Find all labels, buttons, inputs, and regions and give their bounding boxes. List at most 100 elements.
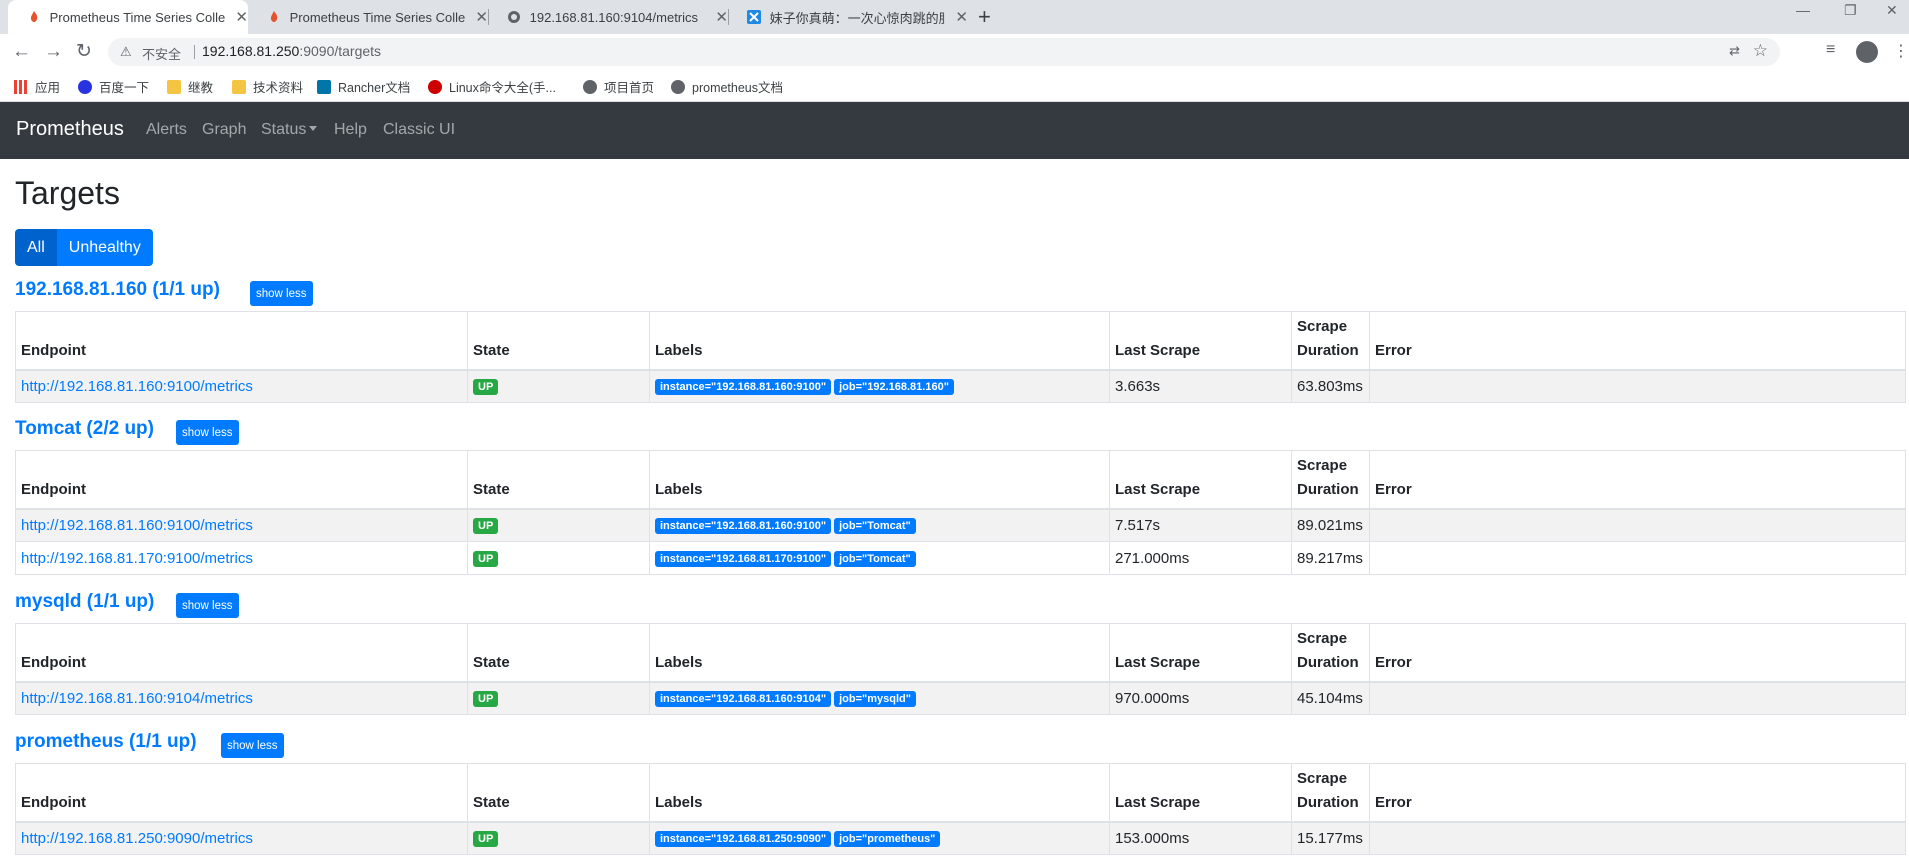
bookmark-project[interactable]: 项目首页 bbox=[583, 77, 654, 96]
bookmark-linux[interactable]: Linux命令大全(手... bbox=[428, 77, 556, 96]
pool-title[interactable]: 192.168.81.160 (1/1 up) bbox=[15, 279, 220, 301]
endpoint-cell: http://192.168.81.250:9090/metrics bbox=[15, 821, 468, 855]
address-bar[interactable]: ⚠ 不安全 192.168.81.250:9090/targets ⇄ ☆ bbox=[108, 38, 1780, 66]
state-badge: UP bbox=[473, 518, 499, 535]
media-icon[interactable]: ≡ bbox=[1826, 41, 1835, 59]
table-row: http://192.168.81.160:9104/metrics UP inst… bbox=[15, 681, 1906, 715]
close-tab-icon[interactable]: ✕ bbox=[715, 8, 728, 26]
nav-alerts[interactable]: Alerts bbox=[146, 121, 187, 139]
target-pool: Tomcat (2/2 up) show less Endpoint State Lab… bbox=[15, 416, 1906, 575]
minimize-icon[interactable]: — bbox=[1796, 2, 1810, 18]
target-pool: 192.168.81.160 (1/1 up) show less Endpoint… bbox=[15, 277, 1906, 403]
tab-title: Prometheus Time Series Collec bbox=[289, 9, 466, 25]
target-pool: mysqld (1/1 up) show less Endpoint State Lab… bbox=[15, 589, 1906, 715]
url-text[interactable]: 192.168.81.250:9090/targets bbox=[202, 43, 381, 59]
last-scrape-cell: 970.000ms bbox=[1109, 681, 1292, 715]
restore-icon[interactable]: ❐ bbox=[1844, 2, 1857, 19]
browser-toolbar: ← → ↻ ⚠ 不安全 192.168.81.250:9090/targets … bbox=[0, 34, 1909, 70]
bookmark-prometheus-docs[interactable]: prometheus文档 bbox=[671, 77, 783, 96]
translate-icon[interactable]: ⇄ bbox=[1729, 43, 1740, 59]
nav-status[interactable]: Status bbox=[261, 121, 318, 139]
endpoint-link[interactable]: http://192.168.81.160:9104/metrics bbox=[21, 690, 253, 707]
bookmark-apps[interactable]: 应用 bbox=[14, 77, 60, 96]
bookmark-folder-tech[interactable]: 技术资料 bbox=[232, 77, 303, 96]
insecure-label[interactable]: 不安全 bbox=[142, 44, 181, 63]
nav-help[interactable]: Help bbox=[334, 121, 367, 139]
col-labels: Labels bbox=[649, 763, 1110, 823]
label-badge: job="prometheus" bbox=[834, 831, 941, 848]
labels-cell: instance="192.168.81.170:9100" job="Tomca… bbox=[649, 541, 1110, 575]
table-row: http://192.168.81.160:9100/metrics UP inst… bbox=[15, 369, 1906, 403]
col-endpoint: Endpoint bbox=[15, 450, 468, 510]
warning-icon[interactable]: ⚠ bbox=[120, 44, 132, 60]
nav-classic-ui[interactable]: Classic UI bbox=[383, 121, 455, 139]
tab-title: 192.168.81.160:9104/metrics bbox=[529, 9, 699, 25]
show-less-button[interactable]: show less bbox=[221, 733, 284, 758]
reload-icon[interactable]: ↻ bbox=[76, 40, 92, 64]
bookmark-baidu[interactable]: 百度一下 bbox=[78, 77, 149, 96]
bookmark-label: 应用 bbox=[35, 81, 61, 95]
targets-table: Endpoint State Labels Last Scrape Scrape Dura… bbox=[15, 623, 1906, 715]
col-endpoint: Endpoint bbox=[15, 623, 468, 683]
table-header-row: Endpoint State Labels Last Scrape Scrape Dura… bbox=[15, 311, 1906, 371]
browser-tab-3[interactable]: 192.168.81.160:9104/metrics ✕ bbox=[488, 0, 728, 34]
browser-tab-2[interactable]: Prometheus Time Series Collec ✕ bbox=[248, 0, 488, 34]
col-scrape-duration-line1: Scrape bbox=[1297, 769, 1348, 787]
pool-header: 192.168.81.160 (1/1 up) show less bbox=[15, 277, 1905, 311]
state-cell: UP bbox=[467, 508, 650, 542]
browser-tab-1[interactable]: Prometheus Time Series Collec ✕ bbox=[8, 0, 248, 34]
col-state: State bbox=[467, 311, 650, 371]
globe-icon bbox=[671, 79, 685, 94]
pool-title[interactable]: mysqld (1/1 up) bbox=[15, 591, 154, 613]
bookmark-folder-jijiao[interactable]: 继教 bbox=[167, 77, 213, 96]
show-less-button[interactable]: show less bbox=[176, 593, 239, 618]
show-less-button[interactable]: show less bbox=[250, 281, 313, 306]
col-scrape-duration-line1: Scrape bbox=[1297, 317, 1348, 335]
bookmark-rancher[interactable]: Rancher文档 bbox=[317, 77, 410, 96]
bookmark-label: Linux命令大全(手... bbox=[449, 81, 556, 95]
filter-unhealthy-button[interactable]: Unhealthy bbox=[56, 229, 153, 266]
prometheus-navbar: Prometheus Alerts Graph Status Help Clas… bbox=[0, 102, 1909, 159]
last-scrape-cell: 153.000ms bbox=[1109, 821, 1292, 855]
close-tab-icon[interactable]: ✕ bbox=[475, 8, 488, 26]
col-scrape-duration: Scrape Duration bbox=[1291, 311, 1370, 371]
close-tab-icon[interactable]: ✕ bbox=[955, 8, 968, 26]
pool-title[interactable]: Tomcat (2/2 up) bbox=[15, 418, 154, 440]
folder-icon bbox=[167, 79, 181, 94]
endpoint-link[interactable]: http://192.168.81.160:9100/metrics bbox=[21, 378, 253, 395]
folder-icon bbox=[232, 79, 246, 94]
back-icon[interactable]: ← bbox=[12, 40, 31, 64]
error-cell bbox=[1369, 821, 1906, 855]
rancher-icon bbox=[317, 79, 331, 94]
close-tab-icon[interactable]: ✕ bbox=[235, 8, 248, 26]
col-endpoint: Endpoint bbox=[15, 311, 468, 371]
error-cell bbox=[1369, 541, 1906, 575]
new-tab-icon[interactable]: + bbox=[978, 5, 991, 29]
bookmark-label: prometheus文档 bbox=[692, 81, 784, 95]
show-less-button[interactable]: show less bbox=[176, 420, 239, 445]
state-cell: UP bbox=[467, 681, 650, 715]
col-state: State bbox=[467, 763, 650, 823]
close-window-icon[interactable]: ✕ bbox=[1886, 2, 1898, 19]
state-cell: UP bbox=[467, 821, 650, 855]
labels-cell: instance="192.168.81.160:9104" job="mysql… bbox=[649, 681, 1110, 715]
endpoint-cell: http://192.168.81.160:9104/metrics bbox=[15, 681, 468, 715]
filter-all-button[interactable]: All bbox=[15, 229, 57, 266]
col-scrape-duration-line2: Duration bbox=[1297, 653, 1359, 671]
bookmark-star-icon[interactable]: ☆ bbox=[1753, 41, 1768, 61]
endpoint-link[interactable]: http://192.168.81.160:9100/metrics bbox=[21, 517, 253, 534]
profile-avatar-icon[interactable] bbox=[1856, 41, 1878, 63]
labels-cell: instance="192.168.81.250:9090" job="prome… bbox=[649, 821, 1110, 855]
label-badge: instance="192.168.81.160:9100" bbox=[655, 379, 832, 396]
col-last-scrape: Last Scrape bbox=[1109, 311, 1292, 371]
endpoint-link[interactable]: http://192.168.81.250:9090/metrics bbox=[21, 830, 253, 847]
scrape-duration-cell: 63.803ms bbox=[1291, 369, 1370, 403]
nav-graph[interactable]: Graph bbox=[202, 121, 246, 139]
pool-title[interactable]: prometheus (1/1 up) bbox=[15, 731, 197, 753]
browser-tab-4[interactable]: 妹子你真萌：一次心惊肉跳的服务 ✕ bbox=[728, 0, 968, 34]
forward-icon[interactable]: → bbox=[44, 40, 63, 64]
brand-link[interactable]: Prometheus bbox=[16, 118, 124, 141]
col-scrape-duration: Scrape Duration bbox=[1291, 623, 1370, 683]
menu-icon[interactable]: ⋮ bbox=[1893, 41, 1909, 61]
endpoint-link[interactable]: http://192.168.81.170:9100/metrics bbox=[21, 550, 253, 567]
